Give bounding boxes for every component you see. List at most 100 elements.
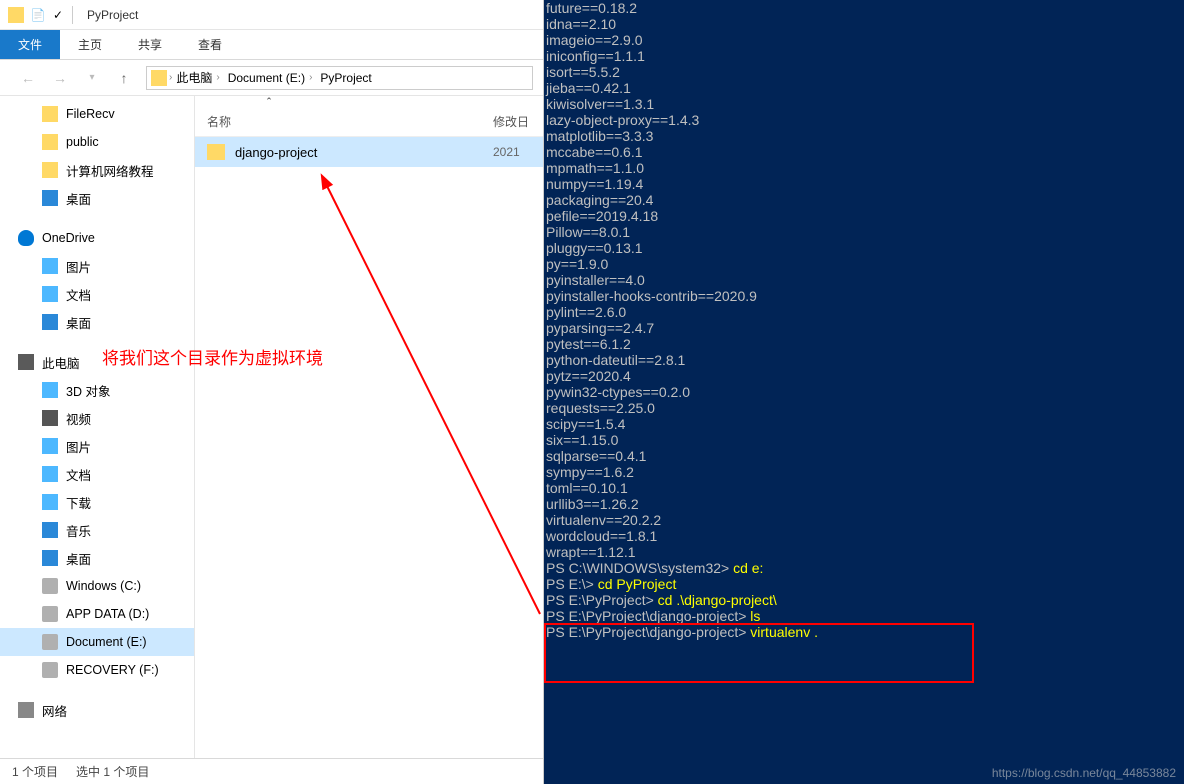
tree-item-label: 图片 <box>66 437 91 456</box>
file-list-header[interactable]: 名称 修改日 <box>195 107 543 137</box>
tree-item[interactable]: 音乐 <box>0 516 194 544</box>
terminal-prompt-line: PS C:\WINDOWS\system32> cd e: <box>546 560 1184 576</box>
quick-access-toolbar: 📄 ✓ <box>30 7 66 23</box>
breadcrumb-segment: Document (E:)› <box>224 71 317 85</box>
folder-icon <box>207 144 225 160</box>
breadcrumb-segment: PyProject <box>316 71 375 85</box>
tree-item-label: 文档 <box>66 465 91 484</box>
terminal-output-line: virtualenv==20.2.2 <box>546 512 1184 528</box>
terminal-output-line: idna==2.10 <box>546 16 1184 32</box>
status-item-count: 1 个项目 <box>12 763 58 780</box>
terminal-output-line: lazy-object-proxy==1.4.3 <box>546 112 1184 128</box>
ribbon-tabs: 文件 主页 共享 查看 <box>0 30 543 60</box>
nav-back-button[interactable]: ← <box>18 68 38 88</box>
pc-icon <box>18 354 34 370</box>
powershell-terminal[interactable]: future==0.18.2idna==2.10imageio==2.9.0in… <box>544 0 1184 784</box>
file-row[interactable]: django-project2021 <box>195 137 543 167</box>
tree-item-label: APP DATA (D:) <box>66 607 149 621</box>
annotation-text: 将我们这个目录作为虚拟环境 <box>102 344 323 369</box>
nav-tree[interactable]: FileRecvpublic计算机网络教程桌面OneDrive图片文档桌面此电脑… <box>0 96 195 758</box>
terminal-output-line: requests==2.25.0 <box>546 400 1184 416</box>
tree-item[interactable]: RECOVERY (F:) <box>0 656 194 684</box>
terminal-output-line: iniconfig==1.1.1 <box>546 48 1184 64</box>
terminal-output-line: python-dateutil==2.8.1 <box>546 352 1184 368</box>
3d-icon <box>42 382 58 398</box>
address-bar[interactable]: › 此电脑› Document (E:)› PyProject <box>146 66 533 90</box>
terminal-output-line: imageio==2.9.0 <box>546 32 1184 48</box>
drive-icon <box>42 634 58 650</box>
tree-item-label: RECOVERY (F:) <box>66 663 159 677</box>
tab-file[interactable]: 文件 <box>0 30 60 59</box>
terminal-output-line: pywin32-ctypes==0.2.0 <box>546 384 1184 400</box>
tree-item[interactable]: 文档 <box>0 280 194 308</box>
nav-recent-dropdown[interactable]: ▾ <box>82 68 102 88</box>
tree-item[interactable]: 3D 对象 <box>0 376 194 404</box>
pic-icon <box>42 258 58 274</box>
tree-item[interactable]: 视频 <box>0 404 194 432</box>
file-explorer-window: 📄 ✓ PyProject 文件 主页 共享 查看 ← → ▾ ↑ › 此电脑›… <box>0 0 544 784</box>
tree-item-label: 3D 对象 <box>66 381 110 400</box>
tree-item[interactable]: OneDrive <box>0 224 194 252</box>
quick-access-item[interactable]: ✓ <box>50 7 66 23</box>
folder-icon <box>42 162 58 178</box>
tree-item-label: FileRecv <box>66 107 115 121</box>
nav-up-button[interactable]: ↑ <box>114 68 134 88</box>
cloud-icon <box>18 230 34 246</box>
tree-item-label: 此电脑 <box>42 353 80 372</box>
music-icon <box>42 522 58 538</box>
tree-item[interactable]: 桌面 <box>0 184 194 212</box>
terminal-output-line: scipy==1.5.4 <box>546 416 1184 432</box>
terminal-output-line: py==1.9.0 <box>546 256 1184 272</box>
tree-item[interactable]: 桌面 <box>0 544 194 572</box>
terminal-prompt-line: PS E:\PyProject> cd .\django-project\ <box>546 592 1184 608</box>
doc-icon <box>42 286 58 302</box>
terminal-output-line: sympy==1.6.2 <box>546 464 1184 480</box>
sort-indicator: ⌃ <box>195 96 543 107</box>
tab-home[interactable]: 主页 <box>60 30 120 59</box>
terminal-output-line: kiwisolver==1.3.1 <box>546 96 1184 112</box>
terminal-output-line: pluggy==0.13.1 <box>546 240 1184 256</box>
tree-item[interactable]: 图片 <box>0 252 194 280</box>
tree-item[interactable]: FileRecv <box>0 100 194 128</box>
tree-item[interactable]: Document (E:) <box>0 628 194 656</box>
window-title: PyProject <box>87 8 138 22</box>
terminal-prompt-line: PS E:\PyProject\django-project> ls <box>546 608 1184 624</box>
tree-item[interactable]: 下载 <box>0 488 194 516</box>
terminal-output-line: isort==5.5.2 <box>546 64 1184 80</box>
terminal-prompt-line: PS E:\> cd PyProject <box>546 576 1184 592</box>
nav-forward-button[interactable]: → <box>50 68 70 88</box>
tree-item[interactable]: 文档 <box>0 460 194 488</box>
net-icon <box>18 702 34 718</box>
down-icon <box>42 494 58 510</box>
tab-view[interactable]: 查看 <box>180 30 240 59</box>
tree-item-label: public <box>66 135 99 149</box>
tree-item-label: 网络 <box>42 701 67 720</box>
tree-item[interactable]: 网络 <box>0 696 194 724</box>
tree-item[interactable]: Windows (C:) <box>0 572 194 600</box>
video-icon <box>42 410 58 426</box>
tab-share[interactable]: 共享 <box>120 30 180 59</box>
column-name[interactable]: 名称 <box>195 113 493 130</box>
quick-access-item[interactable]: 📄 <box>30 7 46 23</box>
file-date: 2021 <box>493 145 543 159</box>
terminal-output-line: numpy==1.19.4 <box>546 176 1184 192</box>
tree-item[interactable]: APP DATA (D:) <box>0 600 194 628</box>
terminal-output-line: matplotlib==3.3.3 <box>546 128 1184 144</box>
tree-item-label: 图片 <box>66 257 91 276</box>
terminal-output-line: future==0.18.2 <box>546 0 1184 16</box>
terminal-output-line: pylint==2.6.0 <box>546 304 1184 320</box>
terminal-output-line: mccabe==0.6.1 <box>546 144 1184 160</box>
tree-item-label: OneDrive <box>42 231 95 245</box>
terminal-output-line: pefile==2019.4.18 <box>546 208 1184 224</box>
column-date[interactable]: 修改日 <box>493 113 543 130</box>
terminal-output-line: wordcloud==1.8.1 <box>546 528 1184 544</box>
tree-item[interactable]: 桌面 <box>0 308 194 336</box>
file-list-body: django-project2021 <box>195 137 543 167</box>
tree-item[interactable]: public <box>0 128 194 156</box>
terminal-output-line: pyparsing==2.4.7 <box>546 320 1184 336</box>
explorer-body: FileRecvpublic计算机网络教程桌面OneDrive图片文档桌面此电脑… <box>0 96 543 758</box>
tree-item[interactable]: 图片 <box>0 432 194 460</box>
breadcrumb-segment: 此电脑› <box>172 69 223 86</box>
tree-item[interactable]: 计算机网络教程 <box>0 156 194 184</box>
window-app-icon <box>8 7 24 23</box>
